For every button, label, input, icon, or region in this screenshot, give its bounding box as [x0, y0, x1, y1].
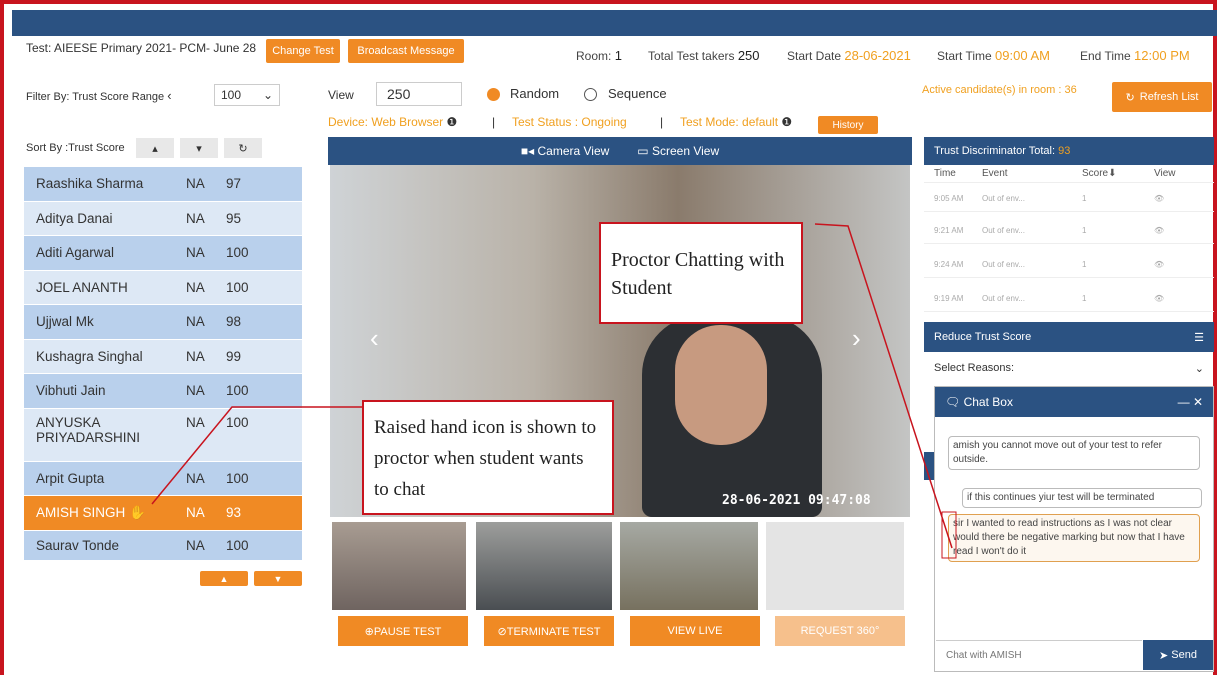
divider: |: [660, 115, 664, 129]
terminate-test-button[interactable]: ⊘TERMINATE TEST: [484, 616, 614, 646]
test-name: AIEESE Primary 2021- PCM- June 28: [54, 41, 257, 55]
sort-label: Sort By :Trust Score: [26, 142, 125, 154]
total-takers: Total Test takers 250: [648, 48, 760, 63]
sort-reset-button[interactable]: ↻: [224, 138, 262, 158]
view-count-input[interactable]: 250: [376, 82, 462, 106]
random-radio[interactable]: [487, 88, 500, 101]
chevron-right-icon[interactable]: ›: [852, 323, 861, 354]
reasons-select[interactable]: Select Reasons: ⌄: [924, 356, 1214, 380]
chat-annotation: Proctor Chatting with Student: [599, 222, 803, 324]
video-timestamp: 28-06-2021 09:47:08: [722, 493, 871, 508]
list-item[interactable]: Raashika Sharma NA 97: [24, 167, 302, 202]
thumbnail-1[interactable]: [332, 522, 466, 610]
raised-hand-icon[interactable]: ✋: [129, 505, 146, 520]
candidate-list: Raashika Sharma NA 97 Aditya Danai NA 95 Adi…: [24, 167, 302, 561]
menu-icon[interactable]: ☰: [1194, 331, 1204, 344]
end-time: End Time 12:00 PM: [1080, 48, 1190, 63]
list-item[interactable]: Vibhuti Jain NA 100: [24, 374, 302, 409]
info-icon: ❶: [781, 115, 793, 129]
divider: |: [492, 115, 496, 129]
sort-asc-button[interactable]: ▴: [136, 138, 174, 158]
start-date: Start Date 28-06-2021: [787, 48, 911, 63]
chat-message: if this continues yiur test will be term…: [962, 488, 1202, 508]
chat-input[interactable]: Chat with AMISH: [936, 640, 1142, 670]
table-row: 9:21 AM Out of env... 1 👁: [924, 217, 1214, 244]
chat-message-student: sir I wanted to read instructions as I w…: [948, 514, 1200, 562]
broadcast-message-button[interactable]: Broadcast Message: [348, 39, 464, 63]
list-item[interactable]: Aditya Danai NA 95: [24, 201, 302, 236]
sequence-radio[interactable]: [584, 88, 597, 101]
refresh-icon: ↻: [1125, 91, 1135, 104]
view-label: View: [328, 88, 354, 102]
random-label: Random: [510, 86, 560, 101]
eye-icon[interactable]: 👁: [1154, 194, 1204, 203]
history-button[interactable]: History: [818, 116, 878, 134]
monitor-icon: ▭: [637, 144, 649, 158]
list-item[interactable]: Aditi Agarwal NA 100: [24, 236, 302, 271]
video-camera-icon: ■◂: [520, 144, 535, 158]
view-live-button[interactable]: VIEW LIVE: [630, 616, 760, 646]
test-status: Test Status : Ongoing: [512, 115, 627, 129]
test-label: Test:: [26, 41, 52, 55]
chat-icon: 🗨: [945, 395, 961, 409]
room-info: Room: 1: [576, 48, 622, 63]
info-icon: ❶: [446, 115, 458, 129]
chat-message: amish you cannot move out of your test t…: [948, 436, 1200, 470]
list-item-selected[interactable]: AMISH SINGH ✋ NA 93: [24, 496, 302, 531]
eye-icon[interactable]: 👁: [1154, 226, 1204, 235]
list-item[interactable]: Saurav Tonde NA 100: [24, 530, 302, 561]
sort-down-icon[interactable]: ⬇: [1108, 168, 1116, 179]
table-row: 9:19 AM Out of env... 1 👁: [924, 285, 1214, 312]
raised-hand-annotation: Raised hand icon is shown to proctor whe…: [362, 400, 614, 515]
video-view-tabs: ■◂ Camera View ▭ Screen View: [328, 137, 912, 165]
chevron-down-icon: ⌄: [1194, 362, 1204, 375]
eye-icon[interactable]: 👁: [1154, 294, 1204, 303]
sequence-label: Sequence: [608, 86, 667, 101]
list-item[interactable]: Kushagra Singhal NA 99: [24, 339, 302, 374]
list-item[interactable]: Arpit Gupta NA 100: [24, 461, 302, 496]
test-mode: Test Mode: default ❶: [680, 115, 793, 129]
tab-camera-view[interactable]: ■◂ Camera View: [521, 144, 609, 158]
request-360-button[interactable]: REQUEST 360°: [775, 616, 905, 646]
reset-icon: ↻: [238, 142, 248, 155]
list-item[interactable]: Ujjwal Mk NA 98: [24, 305, 302, 340]
start-time: Start Time 09:00 AM: [937, 48, 1050, 63]
minimize-icon[interactable]: —: [1178, 395, 1190, 409]
chevron-left-icon[interactable]: ‹: [370, 323, 379, 354]
trust-range-select[interactable]: 100 ⌄: [214, 84, 280, 106]
sort-desc-button[interactable]: ▾: [180, 138, 218, 158]
thumbnail-empty: [766, 522, 904, 610]
table-row: 9:24 AM Out of env... 1 👁: [924, 251, 1214, 278]
filter-label: Filter By: Trust Score Range ‹: [26, 88, 172, 103]
list-item[interactable]: ANYUSKA PRIYADARSHINI NA 100: [24, 408, 302, 462]
top-navbar: [12, 10, 1217, 36]
table-row: 9:05 AM Out of env... 1 👁: [924, 185, 1214, 212]
send-icon: ➤: [1159, 649, 1169, 662]
eye-icon[interactable]: 👁: [1154, 260, 1204, 269]
chevron-left-icon[interactable]: ‹: [167, 88, 171, 103]
student-face: [675, 325, 767, 445]
scroll-down-button[interactable]: ▼: [254, 571, 302, 586]
scroll-up-button[interactable]: ▲: [200, 571, 248, 586]
chat-header: 🗨 Chat Box — ✕: [935, 387, 1213, 417]
trust-table-header: Time Event Score⬇ View: [924, 165, 1214, 183]
list-item[interactable]: JOEL ANANTH NA 100: [24, 270, 302, 305]
change-test-button[interactable]: Change Test: [266, 39, 340, 63]
send-button[interactable]: ➤ Send: [1143, 640, 1213, 670]
device-status: Device: Web Browser ❶: [328, 115, 458, 129]
refresh-list-button[interactable]: ↻ Refresh List: [1112, 82, 1212, 112]
reduce-trust-header: Reduce Trust Score ☰: [924, 322, 1214, 352]
thumbnail-2[interactable]: [476, 522, 612, 610]
pause-test-button[interactable]: ⊕PAUSE TEST: [338, 616, 468, 646]
test-title: Test: AIEESE Primary 2021- PCM- June 28: [26, 42, 262, 55]
tab-screen-view[interactable]: ▭ Screen View: [637, 144, 719, 158]
thumbnail-3[interactable]: [620, 522, 758, 610]
close-icon[interactable]: ✕: [1193, 395, 1203, 409]
active-candidates: Active candidate(s) in room : 36: [922, 84, 1077, 96]
chevron-down-icon: ⌄: [262, 88, 273, 102]
trust-header: Trust Discriminator Total: 93: [924, 137, 1214, 165]
